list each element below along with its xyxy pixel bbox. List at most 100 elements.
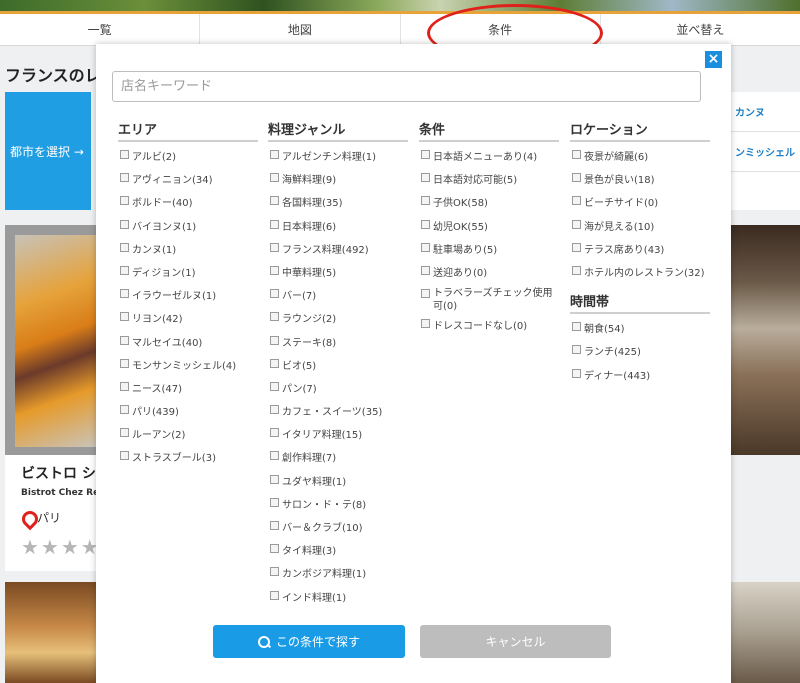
checkbox[interactable] <box>120 381 129 391</box>
checkbox[interactable] <box>120 358 129 368</box>
genre-option[interactable]: インド料理(1) <box>268 589 408 612</box>
checkbox[interactable] <box>270 521 279 530</box>
checkbox[interactable] <box>120 289 129 299</box>
checkbox[interactable] <box>270 242 279 252</box>
checkbox[interactable] <box>572 345 581 355</box>
cancel-button[interactable]: キャンセル <box>420 625 611 658</box>
location-option[interactable]: テラス席あり(43) <box>570 241 710 264</box>
checkbox[interactable] <box>270 428 279 438</box>
time-option[interactable]: 朝食(54) <box>570 320 710 343</box>
genre-option[interactable]: バー(7) <box>268 287 408 310</box>
genre-option[interactable]: ビオ(5) <box>268 357 408 380</box>
tab-map[interactable]: 地図 <box>200 14 401 45</box>
location-option[interactable]: ホテル内のレストラン(32) <box>570 264 710 287</box>
close-icon[interactable]: × <box>705 51 722 68</box>
genre-option[interactable]: 海鮮料理(9) <box>268 171 408 194</box>
checkbox[interactable] <box>270 289 279 299</box>
area-option[interactable]: パリ(439) <box>118 403 258 426</box>
genre-option[interactable]: イタリア料理(15) <box>268 426 408 449</box>
area-option[interactable]: モンサンミッシェル(4) <box>118 357 258 380</box>
checkbox[interactable] <box>120 265 129 275</box>
checkbox[interactable] <box>120 335 129 345</box>
genre-option[interactable]: アルゼンチン料理(1) <box>268 148 408 171</box>
location-option[interactable]: 夜景が綺麗(6) <box>570 148 710 171</box>
area-option[interactable]: ルーアン(2) <box>118 426 258 449</box>
checkbox[interactable] <box>270 312 279 322</box>
checkbox[interactable] <box>572 322 581 332</box>
condition-option[interactable]: トラベラーズチェック使用可(0) <box>419 287 559 317</box>
area-option[interactable]: アヴィニョン(34) <box>118 171 258 194</box>
checkbox[interactable] <box>572 150 581 159</box>
checkbox[interactable] <box>421 319 430 329</box>
checkbox[interactable] <box>270 150 279 159</box>
location-option[interactable]: ビーチサイド(0) <box>570 194 710 217</box>
checkbox[interactable] <box>421 196 430 206</box>
condition-option[interactable]: 送迎あり(0) <box>419 264 559 287</box>
tab-list[interactable]: 一覧 <box>0 14 201 45</box>
condition-option[interactable]: 日本語メニューあり(4) <box>419 148 559 171</box>
city-link[interactable]: ンミッシェル <box>731 132 800 172</box>
checkbox[interactable] <box>270 381 279 391</box>
checkbox[interactable] <box>270 590 279 600</box>
area-option[interactable]: リヨン(42) <box>118 310 258 333</box>
genre-option[interactable]: ユダヤ料理(1) <box>268 473 408 496</box>
area-option[interactable]: マルセイユ(40) <box>118 334 258 357</box>
search-button[interactable]: この条件で探す <box>213 625 405 658</box>
genre-option[interactable]: カンボジア料理(1) <box>268 565 408 588</box>
time-option[interactable]: ディナー(443) <box>570 367 710 390</box>
checkbox[interactable] <box>270 173 279 183</box>
checkbox[interactable] <box>572 219 581 229</box>
location-option[interactable]: 海が見える(10) <box>570 218 710 241</box>
genre-option[interactable]: タイ料理(3) <box>268 542 408 565</box>
checkbox[interactable] <box>421 242 430 252</box>
genre-option[interactable]: サロン・ド・テ(8) <box>268 496 408 519</box>
area-option[interactable]: カンヌ(1) <box>118 241 258 264</box>
checkbox[interactable] <box>270 544 279 554</box>
area-option[interactable]: ボルドー(40) <box>118 194 258 217</box>
checkbox[interactable] <box>270 219 279 229</box>
genre-option[interactable]: バー＆クラブ(10) <box>268 519 408 542</box>
checkbox[interactable] <box>270 451 279 461</box>
checkbox[interactable] <box>270 405 279 415</box>
genre-option[interactable]: ラウンジ(2) <box>268 310 408 333</box>
keyword-search-input[interactable] <box>112 71 701 102</box>
genre-option[interactable]: ステーキ(8) <box>268 334 408 357</box>
checkbox[interactable] <box>421 150 430 159</box>
area-option[interactable]: ストラスブール(3) <box>118 449 258 472</box>
checkbox[interactable] <box>572 368 581 378</box>
condition-option[interactable]: 子供OK(58) <box>419 194 559 217</box>
checkbox[interactable] <box>421 173 430 183</box>
restaurant-card[interactable]: ビストロ シ Bistrot Chez Rei パリ ★★★★ <box>5 225 97 571</box>
condition-option[interactable]: 幼児OK(55) <box>419 218 559 241</box>
checkbox[interactable] <box>421 219 430 229</box>
checkbox[interactable] <box>120 428 129 438</box>
checkbox[interactable] <box>120 150 129 159</box>
genre-option[interactable]: 創作料理(7) <box>268 449 408 472</box>
genre-option[interactable]: フランス料理(492) <box>268 241 408 264</box>
condition-option[interactable]: 日本語対応可能(5) <box>419 171 559 194</box>
genre-option[interactable]: 日本料理(6) <box>268 218 408 241</box>
checkbox[interactable] <box>270 335 279 345</box>
condition-option[interactable]: ドレスコードなし(0) <box>419 317 559 340</box>
checkbox[interactable] <box>270 497 279 507</box>
checkbox[interactable] <box>270 265 279 275</box>
checkbox[interactable] <box>120 196 129 206</box>
area-option[interactable]: アルビ(2) <box>118 148 258 171</box>
checkbox[interactable] <box>270 474 279 484</box>
checkbox[interactable] <box>120 451 129 461</box>
area-option[interactable]: ニース(47) <box>118 380 258 403</box>
tab-sort[interactable]: 並べ替え <box>601 14 800 45</box>
area-option[interactable]: イラウーゼルヌ(1) <box>118 287 258 310</box>
city-link[interactable]: カンヌ <box>731 92 800 132</box>
checkbox[interactable] <box>572 265 581 275</box>
checkbox[interactable] <box>270 196 279 206</box>
checkbox[interactable] <box>120 219 129 229</box>
area-option[interactable]: バイヨンヌ(1) <box>118 218 258 241</box>
genre-option[interactable]: 中華料理(5) <box>268 264 408 287</box>
genre-option[interactable]: カフェ・スイーツ(35) <box>268 403 408 426</box>
checkbox[interactable] <box>270 358 279 368</box>
checkbox[interactable] <box>270 567 279 577</box>
checkbox[interactable] <box>421 289 430 299</box>
checkbox[interactable] <box>120 312 129 322</box>
checkbox[interactable] <box>572 173 581 183</box>
